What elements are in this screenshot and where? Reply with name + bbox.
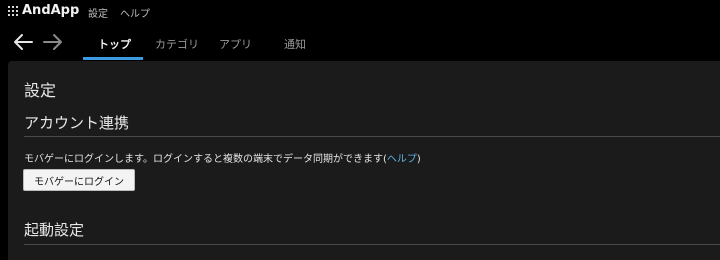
description-text: モバゲーにログインします。ログインすると複数の端末でデータ同期ができます( — [24, 154, 387, 165]
description-suffix: ) — [416, 154, 421, 165]
tab-apps[interactable]: アプリ — [219, 36, 252, 52]
account-description: モバゲーにログインします。ログインすると複数の端末でデータ同期ができます(ヘルプ… — [24, 150, 421, 165]
tab-category[interactable]: カテゴリ — [155, 36, 199, 52]
page-title: 設定 — [24, 81, 57, 100]
settings-panel: 設定 アカウント連携 モバゲーにログインします。ログインすると複数の端末でデータ… — [8, 61, 720, 260]
forward-arrow-icon[interactable] — [42, 32, 64, 52]
menu-help[interactable]: ヘルプ — [120, 5, 150, 20]
section-title-account: アカウント連携 — [24, 114, 130, 132]
app-grid-icon — [8, 6, 18, 16]
section-divider — [24, 244, 720, 245]
section-divider — [24, 136, 720, 137]
tab-notifications[interactable]: 通知 — [284, 36, 306, 52]
title-menubar: AndApp 設定 ヘルプ — [0, 0, 720, 23]
back-arrow-icon[interactable] — [12, 32, 34, 52]
navigation-bar: トップ カテゴリ アプリ 通知 — [0, 23, 720, 61]
mobage-login-button[interactable]: モバゲーにログイン — [23, 169, 135, 191]
menu-settings[interactable]: 設定 — [88, 5, 108, 20]
active-tab-indicator — [83, 57, 143, 60]
tab-top[interactable]: トップ — [98, 36, 131, 52]
help-link[interactable]: ヘルプ — [387, 154, 417, 165]
section-title-startup: 起動設定 — [24, 221, 85, 239]
app-title: AndApp — [22, 3, 80, 18]
